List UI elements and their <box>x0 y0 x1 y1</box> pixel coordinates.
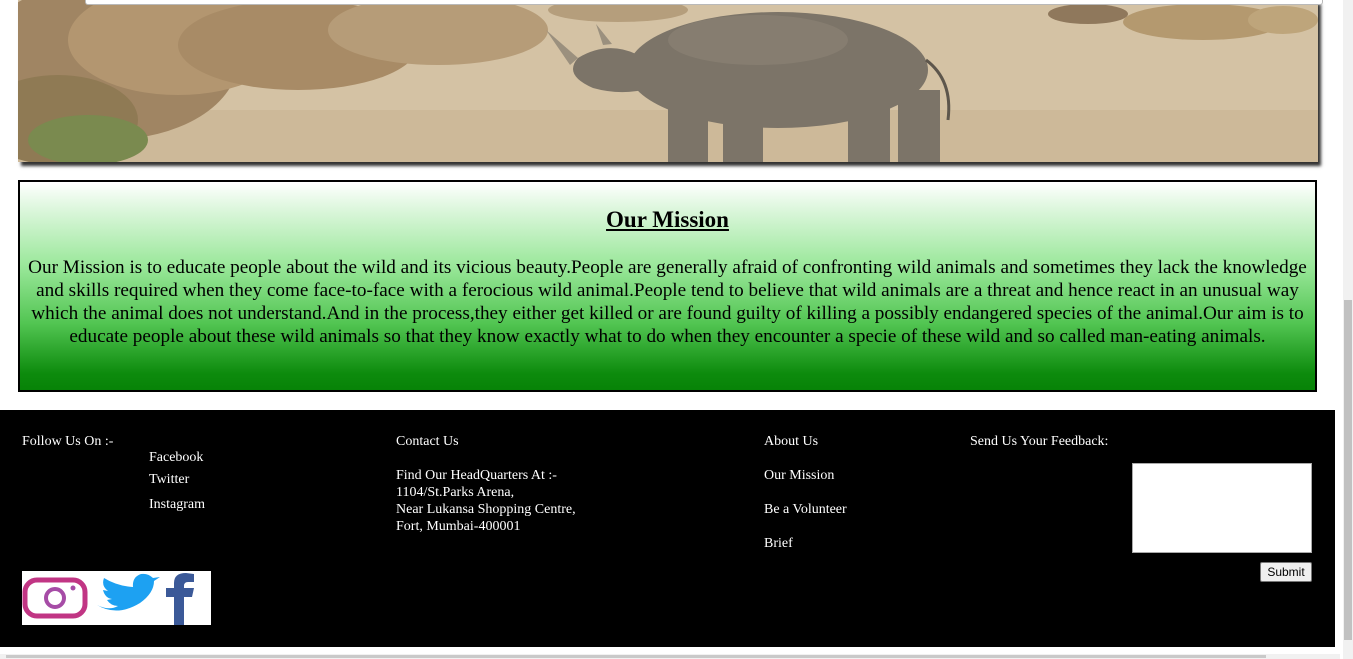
mission-section: Our Mission Our Mission is to educate pe… <box>18 180 1317 392</box>
twitter-link[interactable]: Twitter <box>149 471 189 488</box>
contact-heading: Contact Us <box>396 434 459 449</box>
social-icons-image <box>22 571 211 625</box>
feedback-heading: Send Us Your Feedback: <box>970 434 1109 449</box>
instagram-link[interactable]: Instagram <box>149 496 205 513</box>
top-input-edge[interactable] <box>85 0 1323 5</box>
mission-title: Our Mission <box>606 207 729 232</box>
address-line: Fort, Mumbai-400001 <box>396 519 521 534</box>
address-line: Near Lukansa Shopping Centre, <box>396 502 576 517</box>
vertical-scrollbar-thumb[interactable] <box>1344 300 1352 640</box>
facebook-link[interactable]: Facebook <box>149 449 203 466</box>
facebook-icon[interactable] <box>166 573 194 625</box>
follow-heading: Follow Us On :- <box>22 434 114 449</box>
horizontal-scrollbar-thumb[interactable] <box>6 655 1266 658</box>
address-line: 1104/St.Parks Arena, <box>396 485 515 500</box>
about-heading: About Us <box>764 434 819 449</box>
volunteer-link[interactable]: Be a Volunteer <box>764 501 847 518</box>
instagram-icon[interactable] <box>22 577 88 619</box>
our-mission-link[interactable]: Our Mission <box>764 467 834 484</box>
mission-text: Our Mission is to educate people about t… <box>28 257 1307 347</box>
rhino-hero-image <box>18 0 1318 162</box>
site-footer: Follow Us On :- Facebook Twitter Instagr… <box>0 410 1335 647</box>
submit-button[interactable]: Submit <box>1260 562 1312 582</box>
feedback-textarea[interactable] <box>1132 463 1312 553</box>
brief-link[interactable]: Brief <box>764 535 793 552</box>
address-heading: Find Our HeadQuarters At :- <box>396 468 557 483</box>
twitter-icon[interactable] <box>97 573 160 611</box>
